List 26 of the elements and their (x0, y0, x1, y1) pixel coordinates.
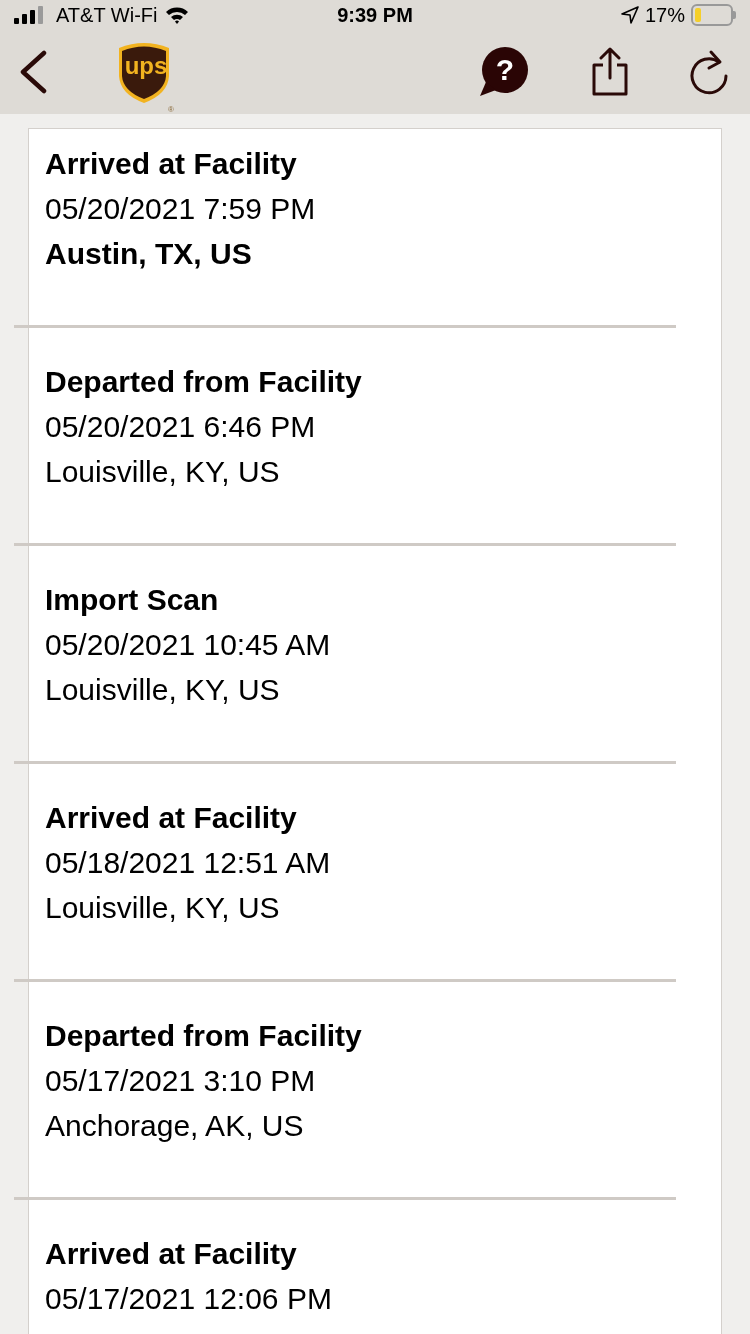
share-icon (590, 47, 630, 97)
event-datetime: 05/20/2021 10:45 AM (45, 627, 332, 663)
battery-icon (691, 4, 736, 26)
back-chevron-icon (19, 50, 47, 94)
event-status: Arrived at Facility (45, 1236, 298, 1272)
event-location: Louisville, KY, US (45, 454, 281, 490)
event-status: Arrived at Facility (45, 146, 298, 182)
event-location: Louisville, KY, US (45, 890, 281, 926)
event-location: Anchorage, AK, US (45, 1108, 305, 1144)
carrier-name: AT&T Wi-Fi (56, 3, 158, 28)
battery-percent: 17% (644, 3, 685, 28)
event-status: Arrived at Facility (45, 800, 298, 836)
wifi-icon (165, 6, 190, 24)
event-status: Departed from Facility (45, 364, 363, 400)
clock-time: 9:39 PM (337, 3, 413, 28)
event-datetime: 05/20/2021 6:46 PM (45, 409, 317, 445)
location-arrow-icon (620, 6, 639, 24)
event-location: Austin, TX, US (45, 236, 253, 272)
event-datetime: 05/17/2021 12:06 PM (45, 1281, 333, 1317)
logo: ups ® (116, 40, 176, 114)
event-datetime: 05/18/2021 12:51 AM (45, 845, 332, 881)
event-status: Departed from Facility (45, 1018, 363, 1054)
event-location: Louisville, KY, US (45, 672, 281, 708)
event-datetime: 05/17/2021 3:10 PM (45, 1063, 317, 1099)
event-status: Import Scan (45, 582, 220, 618)
event-datetime: 05/20/2021 7:59 PM (45, 191, 317, 227)
